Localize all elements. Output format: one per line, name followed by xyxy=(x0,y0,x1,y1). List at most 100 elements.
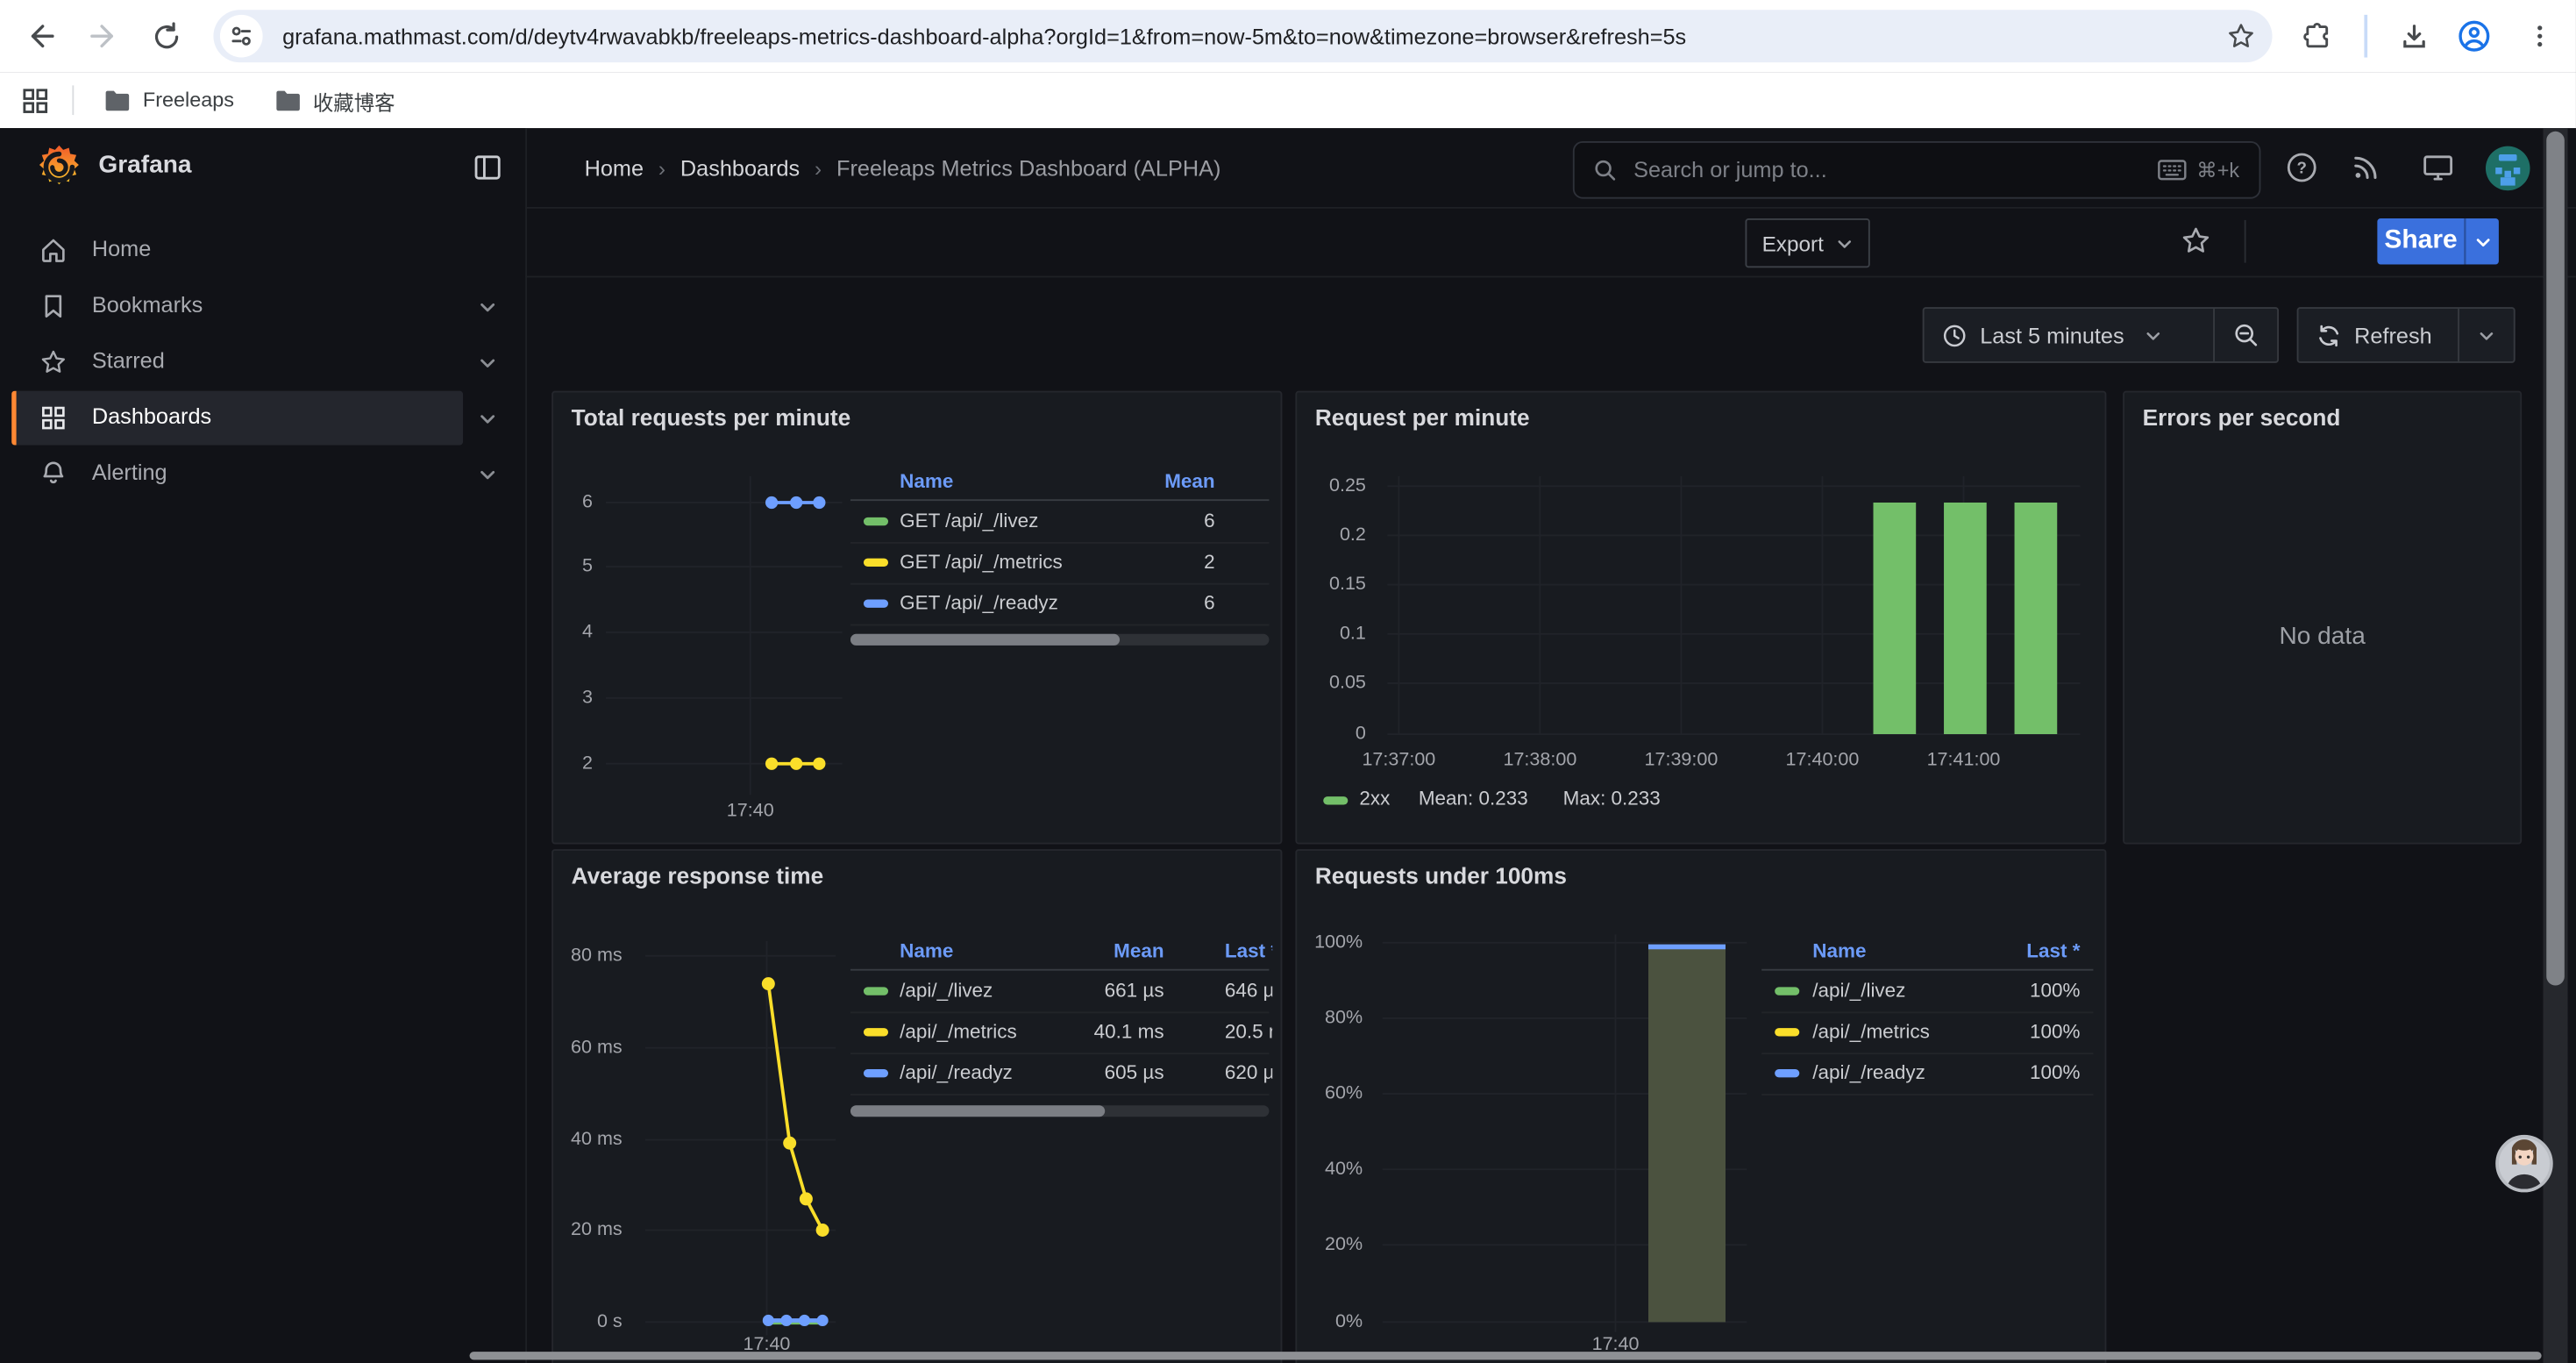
series-color-pill[interactable] xyxy=(864,517,888,525)
series-color-pill[interactable] xyxy=(1775,987,1799,995)
panel-request-per-minute[interactable]: Request per minute 0.25 0.2 0.15 0.1 0.0… xyxy=(1295,391,2106,845)
share-button[interactable]: Share xyxy=(2377,218,2464,264)
line-chart[interactable] xyxy=(606,467,845,808)
series-color-pill[interactable] xyxy=(864,987,888,995)
series-color-pill[interactable] xyxy=(1775,1069,1799,1077)
profile-button[interactable] xyxy=(2450,11,2499,61)
bar-chart[interactable] xyxy=(1383,931,1754,1338)
chevron-down-icon[interactable] xyxy=(478,297,497,317)
series-name[interactable]: 2xx xyxy=(1359,787,1390,810)
help-button[interactable]: ? xyxy=(2286,151,2318,183)
line-chart[interactable] xyxy=(645,931,849,1345)
legend-col-mean[interactable]: Mean xyxy=(1164,470,1214,493)
refresh-interval-button[interactable] xyxy=(2458,309,2514,361)
refresh-label: Refresh xyxy=(2354,323,2432,347)
series-name[interactable]: /api/_/metrics xyxy=(1812,1020,1930,1043)
time-range-picker[interactable]: Last 5 minutes xyxy=(1925,309,2214,361)
panel-title: Total requests per minute xyxy=(572,404,851,431)
series-color-pill[interactable] xyxy=(864,1069,888,1077)
bookmark-folder-freeleaps[interactable]: Freeleaps xyxy=(103,88,234,112)
series-name[interactable]: /api/_/livez xyxy=(900,979,993,1002)
site-settings-button[interactable] xyxy=(220,15,263,58)
export-button[interactable]: Export xyxy=(1745,218,1869,268)
url-text[interactable]: grafana.mathmast.com/d/deytv4rwavabkb/fr… xyxy=(282,24,2226,48)
address-bar[interactable]: grafana.mathmast.com/d/deytv4rwavabkb/fr… xyxy=(213,10,2272,62)
browser-menu-button[interactable] xyxy=(2516,11,2565,61)
legend-row[interactable]: GET /api/_/readyz 6 xyxy=(850,583,1269,626)
panel-total-requests[interactable]: Total requests per minute 6 5 4 3 2 17:4… xyxy=(551,391,1282,845)
favorite-dashboard-button[interactable] xyxy=(2181,225,2212,257)
legend-col-name[interactable]: Name xyxy=(1812,939,1866,962)
page-horizontal-scrollbar-thumb[interactable] xyxy=(470,1352,2542,1359)
sidebar-item-alerting[interactable]: Alerting xyxy=(0,446,525,501)
legend-header: Name Mean Last * xyxy=(850,936,1269,970)
forward-button[interactable] xyxy=(79,11,128,61)
share-menu-button[interactable] xyxy=(2465,218,2499,264)
panel-requests-under-100ms[interactable]: Requests under 100ms 100% 80% 60% 40% 20… xyxy=(1295,849,2106,1363)
legend-row[interactable]: /api/_/metrics 100% xyxy=(1761,1011,2093,1054)
sidebar-item-starred[interactable]: Starred xyxy=(0,335,525,389)
sidebar-item-bookmarks[interactable]: Bookmarks xyxy=(0,279,525,333)
legend-scrollbar[interactable] xyxy=(850,1105,1269,1117)
legend-col-mean[interactable]: Mean xyxy=(1065,939,1163,962)
apps-grid-button[interactable] xyxy=(21,86,49,114)
bookmark-folder-blogs[interactable]: 收藏博客 xyxy=(274,84,395,116)
legend-col-last[interactable]: Last * xyxy=(1225,939,1272,962)
zoom-out-time-button[interactable] xyxy=(2213,309,2277,361)
bookmarks-bar: Freeleaps 收藏博客 xyxy=(0,72,2576,130)
breadcrumb-dashboards[interactable]: Dashboards xyxy=(680,155,800,180)
bookmark-page-button[interactable] xyxy=(2226,21,2256,51)
dock-sidebar-button[interactable] xyxy=(473,153,502,182)
series-name[interactable]: GET /api/_/livez xyxy=(900,509,1038,532)
sidebar-item-dashboards[interactable]: Dashboards xyxy=(0,391,525,446)
series-color-pill[interactable] xyxy=(1775,1028,1799,1036)
legend-row[interactable]: /api/_/livez 100% xyxy=(1761,971,2093,1014)
assistant-avatar[interactable] xyxy=(2495,1135,2553,1193)
legend-header: Name Mean xyxy=(850,467,1269,501)
news-button[interactable] xyxy=(2351,151,2382,182)
chevron-down-icon[interactable] xyxy=(478,465,497,484)
display-button[interactable] xyxy=(2422,151,2454,183)
grafana-logo[interactable] xyxy=(34,143,83,192)
legend-row[interactable]: /api/_/readyz 100% xyxy=(1761,1053,2093,1095)
series-name[interactable]: GET /api/_/metrics xyxy=(900,550,1063,573)
breadcrumb-home[interactable]: Home xyxy=(585,155,644,180)
search-input[interactable]: Search or jump to... ⌘+k xyxy=(1573,141,2261,199)
series-color-pill[interactable] xyxy=(864,599,888,607)
profile-icon xyxy=(2456,18,2492,54)
legend-col-last[interactable]: Last * xyxy=(2026,939,2080,962)
series-color-pill[interactable] xyxy=(864,1028,888,1036)
legend-row[interactable]: /api/_/readyz 605 µs 620 µs xyxy=(850,1053,1269,1095)
legend-row[interactable]: GET /api/_/metrics 2 xyxy=(850,542,1269,585)
back-button[interactable] xyxy=(17,11,66,61)
series-name[interactable]: /api/_/metrics xyxy=(900,1020,1017,1043)
series-name[interactable]: /api/_/readyz xyxy=(1812,1061,1925,1084)
page-vertical-scrollbar-thumb[interactable] xyxy=(2546,132,2565,986)
legend-col-name[interactable]: Name xyxy=(900,939,953,962)
dashboard-actions-bar: Export Share xyxy=(525,207,2576,278)
chevron-down-icon xyxy=(2144,326,2162,345)
clock-icon xyxy=(1942,323,1967,347)
legend-row[interactable]: /api/_/livez 661 µs 646 µs xyxy=(850,971,1269,1014)
series-name[interactable]: GET /api/_/readyz xyxy=(900,591,1058,614)
series-color-pill[interactable] xyxy=(1323,796,1348,804)
reload-button[interactable] xyxy=(141,11,190,61)
downloads-button[interactable] xyxy=(2388,11,2437,61)
refresh-button[interactable]: Refresh xyxy=(2299,309,2459,361)
legend-scrollbar[interactable] xyxy=(850,634,1269,646)
user-avatar[interactable] xyxy=(2486,146,2530,191)
bar-chart[interactable] xyxy=(1387,470,2087,739)
bookmark-icon xyxy=(39,292,68,320)
chevron-down-icon[interactable] xyxy=(478,409,497,428)
panel-avg-response-time[interactable]: Average response time 80 ms 60 ms 40 ms … xyxy=(551,849,1282,1363)
series-color-pill[interactable] xyxy=(864,559,888,567)
series-name[interactable]: /api/_/readyz xyxy=(900,1061,1013,1084)
sidebar-item-home[interactable]: Home xyxy=(0,224,525,278)
legend-col-name[interactable]: Name xyxy=(900,470,953,493)
legend-row[interactable]: /api/_/metrics 40.1 ms 20.5 ms xyxy=(850,1011,1269,1054)
extensions-button[interactable] xyxy=(2292,11,2341,61)
chevron-down-icon[interactable] xyxy=(478,353,497,373)
series-name[interactable]: /api/_/livez xyxy=(1812,979,1905,1002)
legend-row[interactable]: GET /api/_/livez 6 xyxy=(850,501,1269,544)
panel-errors-per-second[interactable]: Errors per second No data xyxy=(2123,391,2522,845)
